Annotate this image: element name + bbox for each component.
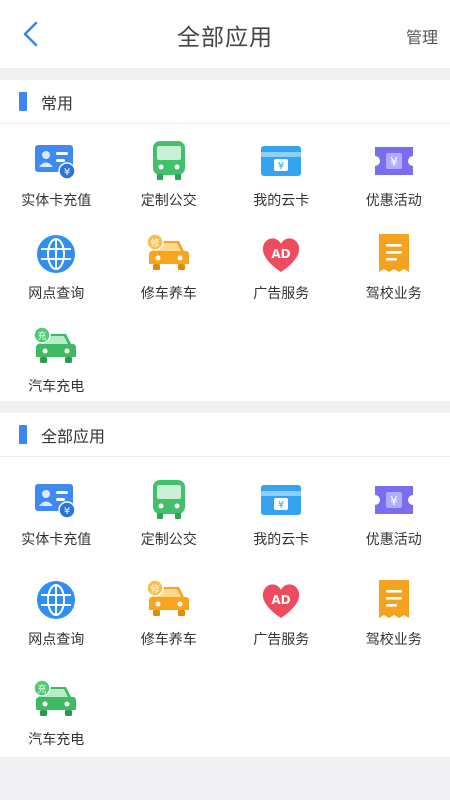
app-tile-label: 广告服务 <box>253 632 310 648</box>
globe-icon <box>35 577 77 623</box>
app-tile-label: 定制公交 <box>140 532 197 548</box>
app-tile-label: 修车养车 <box>140 632 197 648</box>
app-tile[interactable]: ¥ 优惠活动 <box>338 138 450 216</box>
section-title: 全部应用 <box>41 426 106 446</box>
svg-text:¥: ¥ <box>390 155 398 169</box>
app-grid: ¥ 实体卡充值 定制公交 ¥ 我的云卡 ¥ 优惠活动 网点查询 修 修车养车 A… <box>0 124 450 402</box>
app-tile[interactable]: 驾校业务 <box>338 577 450 657</box>
bus-icon <box>149 477 189 523</box>
app-tile-label: 实体卡充值 <box>21 532 92 548</box>
app-tile[interactable]: ¥ 实体卡充值 <box>0 138 113 216</box>
app-tile[interactable]: ¥ 优惠活动 <box>338 477 450 557</box>
bottom-spacer <box>0 757 450 800</box>
coupon-icon: ¥ <box>372 138 416 184</box>
section-marker <box>19 425 27 444</box>
cloud-card-icon: ¥ <box>259 477 303 523</box>
app-tile[interactable]: 网点查询 <box>0 231 113 309</box>
svg-text:AD: AD <box>272 593 291 607</box>
app-tile[interactable]: 充 汽车充电 <box>0 677 113 757</box>
car-charge-icon: 充 <box>33 324 79 370</box>
app-tile-label: 网点查询 <box>28 632 85 648</box>
page-title: 全部应用 <box>177 25 273 51</box>
svg-text:¥: ¥ <box>390 494 398 508</box>
app-tile-label: 定制公交 <box>140 193 197 209</box>
car-repair-icon: 修 <box>146 577 192 623</box>
app-tile[interactable]: 修 修车养车 <box>113 577 226 657</box>
receipt-icon <box>374 577 414 623</box>
svg-text:¥: ¥ <box>64 167 70 178</box>
svg-text:充: 充 <box>38 683 47 695</box>
svg-text:修: 修 <box>150 583 159 595</box>
app-tile[interactable]: 定制公交 <box>113 138 226 216</box>
section-marker <box>19 92 27 111</box>
app-tile[interactable]: AD 广告服务 <box>225 231 338 309</box>
section-header: 常用 <box>0 80 450 124</box>
section-header: 全部应用 <box>0 413 450 457</box>
receipt-icon <box>374 231 414 277</box>
app-tile-label: 汽车充电 <box>28 732 85 748</box>
app-tile-label: 实体卡充值 <box>21 193 92 209</box>
svg-text:AD: AD <box>272 247 291 261</box>
app-tile[interactable]: ¥ 实体卡充值 <box>0 477 113 557</box>
app-tile[interactable]: 充 汽车充电 <box>0 324 113 402</box>
app-tile-label: 我的云卡 <box>253 193 310 209</box>
app-tile-label: 驾校业务 <box>365 286 422 302</box>
car-charge-icon: 充 <box>33 677 79 723</box>
car-repair-icon: 修 <box>146 231 192 277</box>
svg-text:修: 修 <box>150 237 159 249</box>
id-card-icon: ¥ <box>34 477 78 523</box>
app-tile[interactable]: ¥ 我的云卡 <box>225 477 338 557</box>
app-tile[interactable]: 驾校业务 <box>338 231 450 309</box>
bus-icon <box>149 138 189 184</box>
app-tile[interactable]: AD 广告服务 <box>225 577 338 657</box>
cloud-card-icon: ¥ <box>259 138 303 184</box>
section-title: 常用 <box>41 93 74 113</box>
app-tile-label: 优惠活动 <box>365 193 422 209</box>
app-tile-label: 广告服务 <box>253 286 310 302</box>
app-tile-label: 我的云卡 <box>253 532 310 548</box>
app-tile-label: 优惠活动 <box>365 532 422 548</box>
ad-heart-icon: AD <box>259 231 303 277</box>
svg-text:¥: ¥ <box>278 500 284 511</box>
app-tile-label: 网点查询 <box>28 286 85 302</box>
svg-text:充: 充 <box>38 330 47 342</box>
svg-text:¥: ¥ <box>278 161 284 172</box>
all-apps-section: 全部应用 ¥ 实体卡充值 定制公交 ¥ 我的云卡 ¥ 优惠活动 网点查询 修 修… <box>0 413 450 757</box>
app-tile-label: 修车养车 <box>140 286 197 302</box>
app-tile[interactable]: 修 修车养车 <box>113 231 226 309</box>
svg-text:¥: ¥ <box>64 506 70 517</box>
manage-button[interactable]: 管理 <box>406 24 438 48</box>
app-tile[interactable]: 定制公交 <box>113 477 226 557</box>
id-card-icon: ¥ <box>34 138 78 184</box>
ad-heart-icon: AD <box>259 577 303 623</box>
globe-icon <box>35 231 77 277</box>
frequent-apps-section: 常用 ¥ 实体卡充值 定制公交 ¥ 我的云卡 ¥ 优惠活动 网点查询 修 修车养… <box>0 80 450 401</box>
app-tile[interactable]: ¥ 我的云卡 <box>225 138 338 216</box>
app-tile-label: 汽车充电 <box>28 379 85 395</box>
app-tile-label: 驾校业务 <box>365 632 422 648</box>
app-grid: ¥ 实体卡充值 定制公交 ¥ 我的云卡 ¥ 优惠活动 网点查询 修 修车养车 A… <box>0 457 450 757</box>
top-navigation-bar: 全部应用 管理 <box>0 0 450 68</box>
coupon-icon: ¥ <box>372 477 416 523</box>
app-tile[interactable]: 网点查询 <box>0 577 113 657</box>
